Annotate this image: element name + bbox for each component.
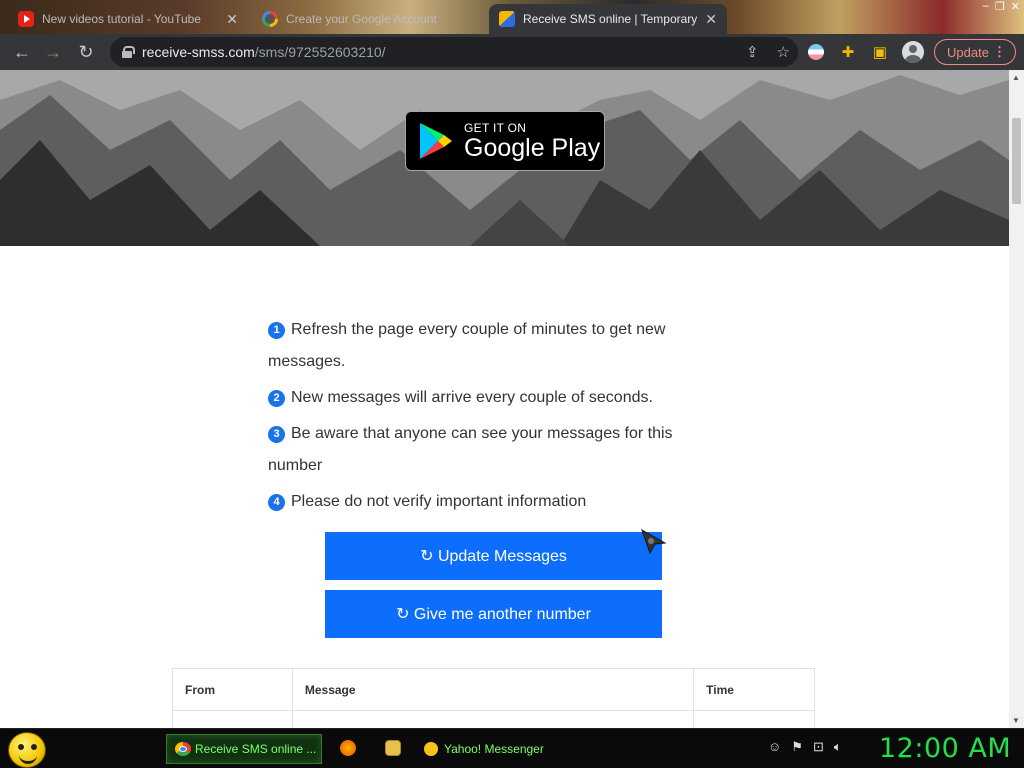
table-cell — [291, 710, 695, 728]
start-smiley-icon[interactable] — [8, 732, 46, 768]
close-icon[interactable]: ✕ — [226, 11, 238, 28]
instruction-text: New messages will arrive every couple of… — [291, 389, 653, 406]
more-menu-icon[interactable]: ⋮ — [993, 44, 1006, 60]
instructions-list: 1 Refresh the page every couple of minute… — [268, 314, 688, 522]
number-badge-icon: 2 — [268, 390, 285, 407]
reload-icon[interactable]: ↻ — [70, 36, 102, 68]
messages-table: From Message Time — [172, 668, 815, 728]
receive-sms-icon — [499, 11, 515, 27]
taskbar-item-label: Yahoo! Messenger — [444, 742, 544, 756]
instruction-text: Be aware that anyone can see your messag… — [268, 425, 673, 474]
table-row — [172, 710, 815, 728]
tab-google-account[interactable]: Create your Google Account — [252, 4, 488, 34]
browser-toolbar: ← → ↻ receive-smss.com/sms/972552603210/… — [0, 34, 1024, 70]
page-scrollbar[interactable]: ▲ ▼ — [1009, 70, 1024, 728]
badge-small-text: GET IT ON — [464, 121, 527, 135]
update-messages-button[interactable]: ↻ Update Messages — [325, 532, 662, 580]
tab-title: Receive SMS online | Temporary — [523, 12, 698, 26]
close-window-icon[interactable]: ✕ — [1011, 0, 1020, 16]
instruction-item: 4 Please do not verify important informat… — [268, 486, 688, 518]
column-header-from: From — [172, 668, 293, 711]
instruction-item: 1 Refresh the page every couple of minute… — [268, 314, 688, 378]
column-header-message: Message — [291, 668, 695, 711]
column-header-time: Time — [693, 668, 815, 711]
update-label: Update — [947, 44, 989, 60]
forward-arrow-icon[interactable]: → — [37, 36, 69, 68]
side-panel-icon[interactable]: ▣ — [870, 42, 890, 62]
restore-icon[interactable]: ❐ — [995, 0, 1005, 16]
tray-smiley-icon[interactable]: ☺ — [768, 739, 781, 755]
window-controls: – ❐ ✕ — [983, 0, 1020, 16]
back-arrow-icon[interactable]: ← — [6, 36, 38, 68]
mouse-cursor-icon — [641, 529, 667, 555]
table-cell — [172, 710, 293, 728]
folder-icon[interactable] — [385, 740, 401, 756]
tab-receive-sms[interactable]: Receive SMS online | Temporary ✕ — [489, 4, 727, 34]
firefox-icon[interactable] — [340, 740, 356, 756]
tray-flag-icon[interactable]: ⚑ — [791, 739, 803, 755]
taskbar: Receive SMS online ... Yahoo! Messenger … — [0, 728, 1024, 768]
instruction-text: Refresh the page every couple of minutes… — [268, 321, 666, 370]
scroll-up-icon[interactable]: ▲ — [1012, 73, 1020, 82]
hero-banner: GET IT ON Google Play — [0, 70, 1009, 246]
google-icon — [262, 11, 278, 27]
scroll-down-icon[interactable]: ▼ — [1012, 716, 1020, 725]
extensions-puzzle-icon[interactable]: ✚ — [838, 42, 858, 62]
flag-extension-icon[interactable] — [806, 42, 826, 62]
table-cell — [693, 710, 815, 728]
number-badge-icon: 3 — [268, 426, 285, 443]
system-tray: ☺ ⚑ ⊡ 🔈︎ — [768, 739, 842, 755]
another-number-button[interactable]: ↻ Give me another number — [325, 590, 662, 638]
number-badge-icon: 1 — [268, 322, 285, 339]
chrome-icon — [175, 742, 191, 756]
chrome-update-button[interactable]: Update ⋮ — [934, 39, 1016, 65]
badge-big-text: Google Play — [464, 134, 601, 162]
instruction-text: Please do not verify important informati… — [291, 493, 587, 510]
address-bar[interactable]: receive-smss.com/sms/972552603210/ ⇪ ☆ — [110, 37, 798, 67]
browser-tab-strip: New videos tutorial - YouTube ✕ Create y… — [0, 0, 1024, 34]
page-viewport: GET IT ON Google Play 1 Refresh the page … — [0, 70, 1009, 728]
share-icon[interactable]: ⇪ — [746, 43, 759, 61]
table-header-row: From Message Time — [172, 668, 815, 711]
number-badge-icon: 4 — [268, 494, 285, 511]
google-play-icon — [420, 123, 452, 159]
tab-youtube[interactable]: New videos tutorial - YouTube ✕ — [8, 4, 248, 34]
yahoo-messenger-icon — [424, 742, 438, 756]
bookmark-star-icon[interactable]: ☆ — [777, 43, 790, 61]
taskbar-item-browser[interactable]: Receive SMS online ... — [166, 734, 322, 764]
instruction-item: 2 New messages will arrive every couple o… — [268, 382, 688, 414]
youtube-icon — [18, 11, 34, 27]
taskbar-clock[interactable]: 12:00 AM — [879, 733, 1011, 764]
url-domain: receive-smss.com — [142, 44, 255, 60]
google-play-badge[interactable]: GET IT ON Google Play — [405, 111, 605, 171]
minimize-icon[interactable]: – — [983, 0, 989, 16]
taskbar-item-yahoo[interactable]: Yahoo! Messenger — [416, 734, 576, 764]
lock-icon[interactable] — [122, 46, 135, 58]
volume-icon[interactable]: 🔈︎ — [834, 739, 842, 755]
url-path: /sms/972552603210/ — [254, 44, 386, 60]
profile-avatar[interactable] — [902, 41, 924, 63]
tab-title: Create your Google Account — [286, 12, 437, 26]
instruction-item: 3 Be aware that anyone can see your messa… — [268, 418, 688, 482]
close-icon[interactable]: ✕ — [705, 11, 717, 28]
network-icon[interactable]: ⊡ — [813, 739, 824, 755]
tab-title: New videos tutorial - YouTube — [42, 12, 201, 26]
taskbar-item-label: Receive SMS online ... — [195, 742, 317, 756]
scrollbar-thumb[interactable] — [1012, 118, 1021, 204]
